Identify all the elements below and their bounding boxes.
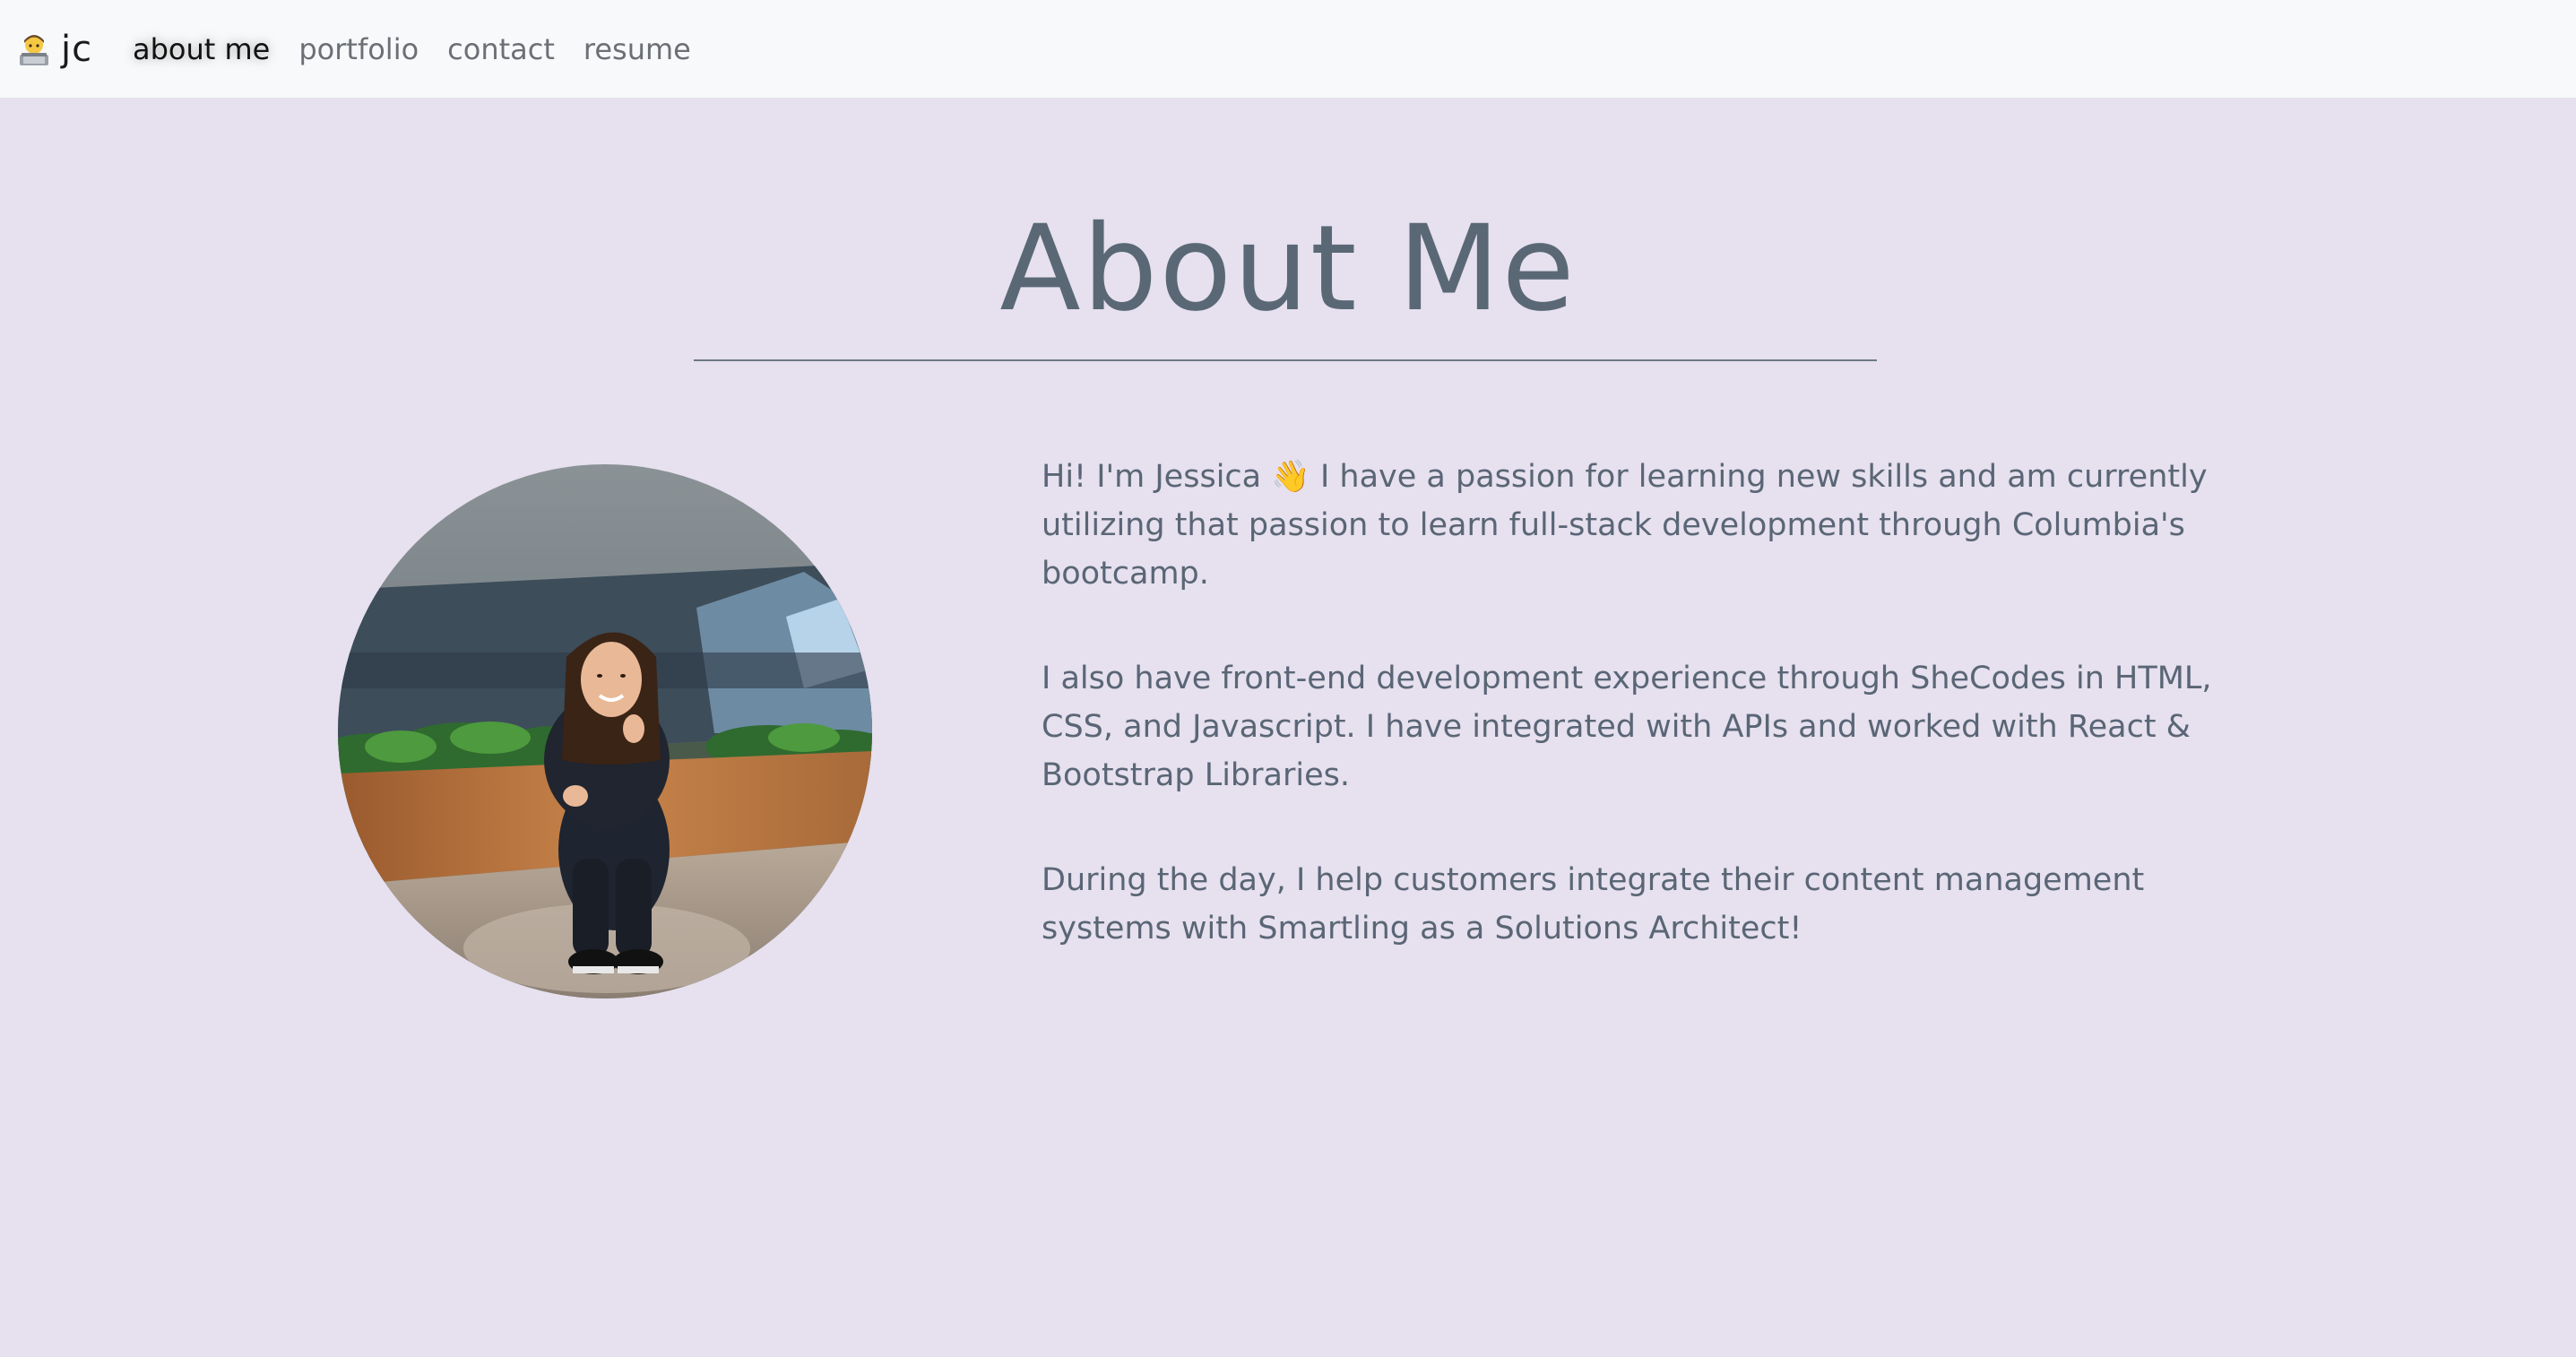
- nav-links: about me portfolio contact resume: [125, 25, 713, 73]
- nav-link-portfolio[interactable]: portfolio: [291, 27, 426, 72]
- profile-photo: [338, 464, 872, 998]
- profile-photo-illustration: [338, 464, 872, 998]
- page-title: About Me: [999, 200, 1577, 338]
- bio-paragraph-job: During the day, I help customers integra…: [1042, 862, 2145, 946]
- brand-link[interactable]: jc: [16, 25, 92, 73]
- nav-link-contact[interactable]: contact: [440, 27, 562, 72]
- brand-text: jc: [61, 29, 93, 70]
- bio-intro-text: Hi! I'm Jessica: [1042, 459, 1272, 495]
- bio-text: Hi! I'm Jessica 👋 I have a passion for l…: [1042, 453, 2243, 1009]
- bio-paragraph-intro: Hi! I'm Jessica 👋 I have a passion for l…: [1042, 453, 2243, 598]
- nav-link-resume[interactable]: resume: [576, 27, 698, 72]
- title-divider: [694, 359, 1877, 361]
- navbar: jc about me portfolio contact resume: [0, 0, 2576, 99]
- nav-link-about-me[interactable]: about me: [125, 27, 277, 72]
- technologist-emoji-icon: [20, 35, 48, 65]
- bio-paragraph-experience: I also have front-end development experi…: [1042, 661, 2212, 793]
- waving-hand-icon: 👋: [1271, 459, 1310, 495]
